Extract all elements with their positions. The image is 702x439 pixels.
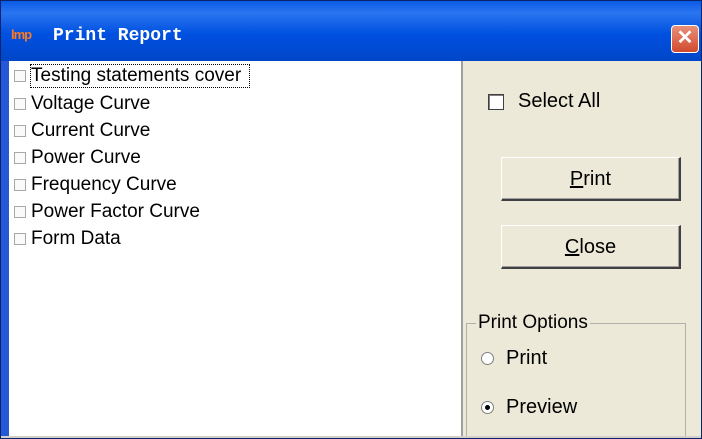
print-report-dialog: lmp Print Report ✕ Testing statements co… xyxy=(0,0,702,439)
print-label-rest: rint xyxy=(583,168,612,190)
list-item-testing-statements-cover[interactable]: Testing statements cover xyxy=(14,64,251,88)
list-item-label: Form Data xyxy=(31,228,121,249)
close-mnemonic: C xyxy=(564,236,580,258)
list-item-power-factor-curve[interactable]: Power Factor Curve xyxy=(14,200,200,224)
radio-print[interactable]: Print xyxy=(481,347,547,370)
list-item-label: Frequency Curve xyxy=(31,174,177,195)
close-icon: ✕ xyxy=(676,27,694,49)
print-mnemonic: P xyxy=(569,168,584,190)
select-all-checkbox[interactable]: Select All xyxy=(488,90,600,113)
close-button[interactable]: Close xyxy=(501,225,681,269)
list-item-label: Testing statements cover xyxy=(29,64,251,88)
select-all-label: Select All xyxy=(518,90,601,112)
radio-button[interactable] xyxy=(481,401,494,414)
window-title: Print Report xyxy=(53,26,183,46)
list-item-frequency-curve[interactable]: Frequency Curve xyxy=(14,173,177,197)
close-label-rest: lose xyxy=(579,236,617,258)
list-item-voltage-curve[interactable]: Voltage Curve xyxy=(14,92,150,116)
radio-label: Preview xyxy=(506,396,578,418)
radio-preview[interactable]: Preview xyxy=(481,396,577,419)
list-item-form-data[interactable]: Form Data xyxy=(14,227,121,251)
print-options-legend: Print Options xyxy=(476,312,590,334)
checkbox[interactable] xyxy=(14,179,26,191)
checkbox[interactable] xyxy=(14,233,26,245)
print-button[interactable]: Print xyxy=(501,157,681,201)
list-item-power-curve[interactable]: Power Curve xyxy=(14,146,141,170)
checkbox[interactable] xyxy=(488,93,504,110)
list-item-label: Voltage Curve xyxy=(31,93,151,114)
title-bar[interactable]: lmp Print Report ✕ xyxy=(1,1,701,61)
print-options-group xyxy=(466,323,686,437)
list-item-label: Power Factor Curve xyxy=(31,201,200,222)
list-item-current-curve[interactable]: Current Curve xyxy=(14,119,150,143)
list-item-label: Power Curve xyxy=(31,147,141,168)
app-logo-icon: lmp xyxy=(11,27,32,42)
checkbox[interactable] xyxy=(14,206,26,218)
checkbox[interactable] xyxy=(14,125,26,137)
checkbox[interactable] xyxy=(14,70,26,82)
checkbox[interactable] xyxy=(14,98,26,110)
close-window-button[interactable]: ✕ xyxy=(671,25,699,53)
checkbox[interactable] xyxy=(14,152,26,164)
window-left-border xyxy=(1,61,9,438)
radio-button[interactable] xyxy=(481,352,494,365)
radio-label: Print xyxy=(506,347,548,369)
list-item-label: Current Curve xyxy=(31,120,151,141)
